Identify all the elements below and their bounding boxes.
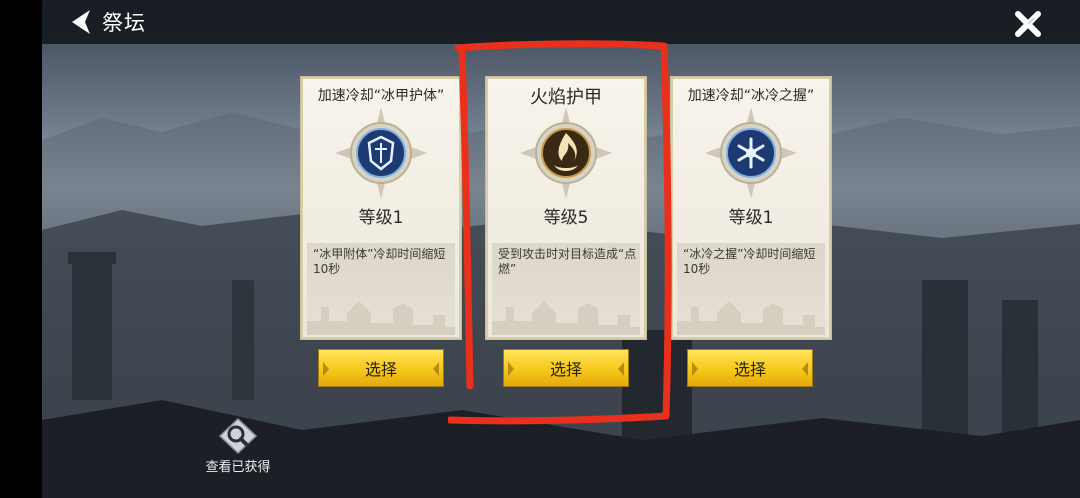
close-button[interactable] [1012, 8, 1044, 40]
card-description: “冰冷之握”冷却时间缩短10秒 [683, 247, 816, 276]
card-level: 等级1 [728, 208, 774, 228]
view-obtained-label: 查看已获得 [205, 460, 271, 475]
card-level: 等级1 [358, 208, 404, 228]
card-description-box: 受到攻击时对目标造成“点燃” [492, 243, 640, 335]
close-x-icon [1015, 11, 1041, 37]
card-title: 加速冷却“冰甲护体” [317, 88, 445, 104]
perk-card-flame-armor[interactable]: 火焰护甲 等级5 受到攻击时对目标造成“点燃” [485, 76, 647, 340]
select-button-card-1[interactable]: 选择 [318, 349, 444, 387]
snowflake-icon [705, 107, 797, 199]
ice-armor-shield-icon [335, 107, 427, 199]
back-chevron-icon [72, 10, 90, 34]
card-background-art [677, 301, 825, 335]
card-background-art [492, 301, 640, 335]
perk-card-frost-grip[interactable]: 加速冷却“冰冷之握” 等级1 “冰冷之握”冷却时间缩短10秒 [670, 76, 832, 340]
select-button-card-2[interactable]: 选择 [503, 349, 629, 387]
card-level: 等级5 [543, 208, 589, 228]
page-title: 祭坛 [102, 11, 146, 35]
magnifier-icon [218, 418, 258, 454]
view-obtained-button[interactable]: 查看已获得 [198, 418, 278, 475]
card-description-box: “冰甲附体”冷却时间缩短10秒 [307, 243, 455, 335]
flame-icon [520, 107, 612, 199]
left-black-bar [0, 0, 42, 498]
card-description-box: “冰冷之握”冷却时间缩短10秒 [677, 243, 825, 335]
card-description: “冰甲附体”冷却时间缩短10秒 [313, 247, 446, 276]
card-title: 加速冷却“冰冷之握” [687, 88, 815, 104]
select-button-card-3[interactable]: 选择 [687, 349, 813, 387]
perk-card-ice-armor[interactable]: 加速冷却“冰甲护体” 等级1 “冰甲附体”冷却时间缩短10秒 [300, 76, 462, 340]
card-description: 受到攻击时对目标造成“点燃” [498, 247, 637, 276]
card-background-art [307, 301, 455, 335]
top-bar [42, 0, 1080, 44]
back-button[interactable]: 祭坛 [68, 6, 146, 38]
